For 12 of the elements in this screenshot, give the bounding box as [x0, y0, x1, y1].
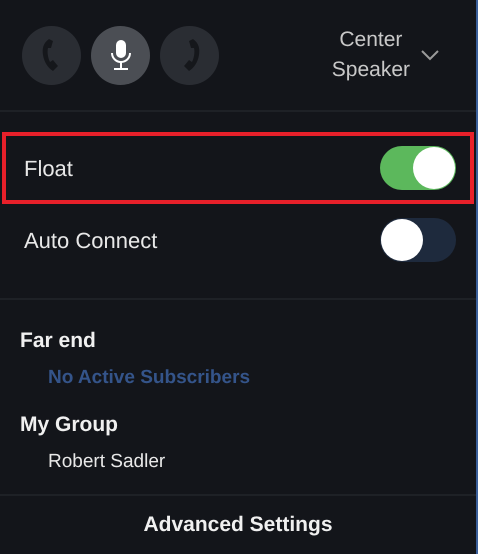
section-title: My Group	[20, 412, 119, 438]
section-title: Far end	[20, 328, 97, 354]
toggle-label: Float	[24, 154, 73, 183]
microphone-icon	[110, 39, 132, 72]
toggle-switch[interactable]	[380, 218, 456, 262]
advanced-settings-button[interactable]: Advanced Settings	[143, 509, 333, 541]
chevron-down-icon	[420, 49, 440, 62]
list-item: No Active Subscribers	[47, 366, 252, 390]
output-dropdown[interactable]: Center Speaker	[332, 25, 440, 86]
toggle-label: Auto Connect	[24, 226, 158, 255]
list-item: Robert Sadler	[47, 450, 166, 474]
toggle-switch[interactable]	[380, 146, 456, 190]
